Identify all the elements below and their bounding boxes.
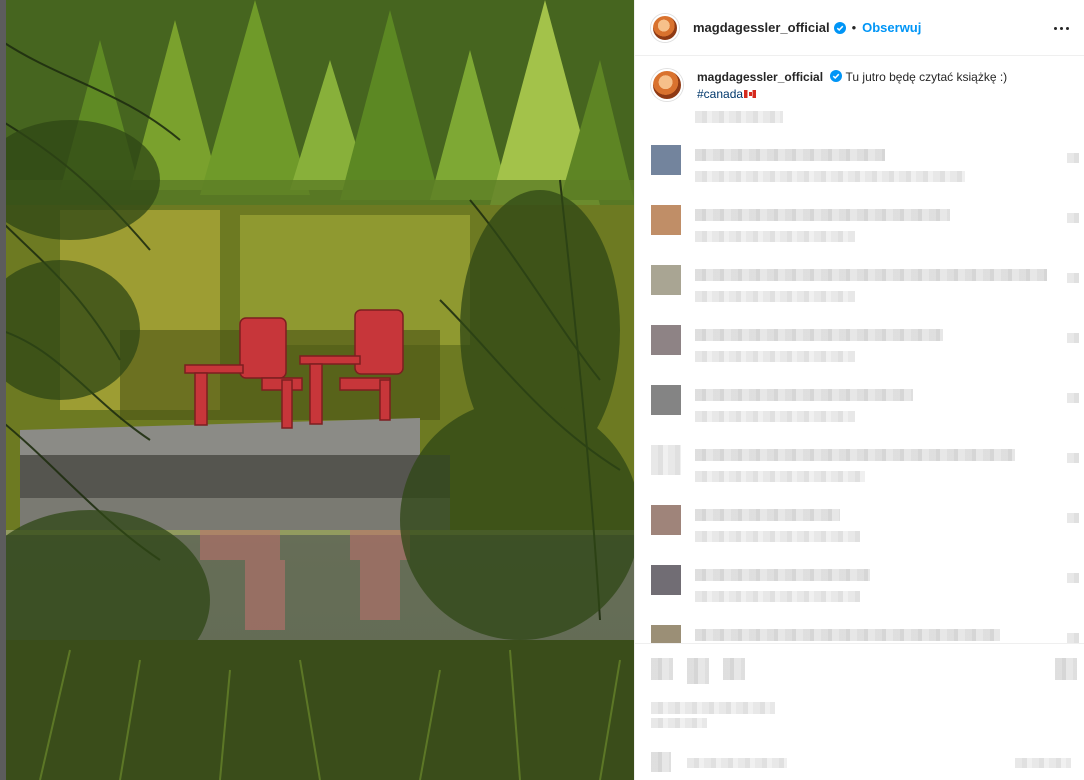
comment-like-redacted (1067, 333, 1079, 343)
post-date-redacted (651, 718, 707, 728)
canada-flag-icon (744, 90, 757, 98)
comment-avatar-redacted (651, 505, 681, 535)
post-side-panel: magdagessler_official • Obserwuj magdage… (634, 0, 1084, 780)
caption-body: magdagessler_official Tu jutro będę czyt… (697, 69, 1007, 103)
comment-meta-redacted (695, 591, 860, 602)
comment-like-redacted (1067, 213, 1079, 223)
comment-meta-redacted (695, 411, 855, 422)
comment-icon-redacted[interactable] (687, 658, 709, 684)
comment-text-redacted (695, 149, 885, 161)
likes-count-redacted (651, 702, 775, 714)
comment-text-redacted (695, 389, 913, 401)
save-icon-redacted[interactable] (1055, 658, 1077, 680)
comment-meta-redacted (695, 171, 965, 182)
comment-avatar-redacted (651, 145, 681, 175)
comment-text-redacted (695, 629, 1000, 641)
comment-text-redacted (695, 509, 840, 521)
share-icon-redacted[interactable] (723, 658, 745, 680)
window-edge (0, 0, 6, 780)
comment-avatar-redacted (651, 385, 681, 415)
verified-badge-icon (830, 70, 843, 82)
comments-list: magdagessler_official Tu jutro będę czyt… (635, 57, 1084, 643)
comment-like-redacted (1067, 453, 1079, 463)
comment-meta-redacted (695, 231, 855, 242)
more-options-icon[interactable] (1049, 16, 1073, 40)
caption-text: Tu jutro będę czytać książkę :) (845, 70, 1008, 84)
comment-avatar-redacted (651, 565, 681, 595)
comment-text-redacted (695, 329, 943, 341)
caption-timestamp-redacted (695, 111, 783, 123)
add-comment-input-redacted[interactable] (687, 758, 787, 768)
comment-meta-redacted (695, 291, 855, 302)
post-header: magdagessler_official • Obserwuj (635, 0, 1084, 56)
post-caption: magdagessler_official Tu jutro będę czyt… (651, 69, 1071, 103)
follow-button[interactable]: Obserwuj (862, 20, 921, 35)
emoji-icon-redacted[interactable] (651, 752, 671, 772)
caption-author-avatar[interactable] (651, 69, 683, 101)
comment-avatar-redacted (651, 625, 681, 643)
verified-badge-icon (833, 21, 846, 34)
comment-text-redacted (695, 569, 870, 581)
like-icon-redacted[interactable] (651, 658, 673, 680)
caption-hashtag[interactable]: #canada (697, 87, 743, 101)
comment-like-redacted (1067, 393, 1079, 403)
comment-like-redacted (1067, 573, 1079, 583)
comment-like-redacted (1067, 633, 1079, 643)
comment-text-redacted (695, 209, 950, 221)
comment-avatar-redacted (651, 325, 681, 355)
comment-meta-redacted (695, 471, 865, 482)
lake-scene-illustration (0, 0, 634, 780)
comment-avatar-redacted (651, 445, 681, 475)
comment-avatar-redacted (651, 265, 681, 295)
author-username[interactable]: magdagessler_official (693, 20, 830, 35)
comment-text-redacted (695, 269, 1047, 281)
comment-meta-redacted (695, 351, 855, 362)
publish-button-redacted[interactable] (1015, 758, 1071, 768)
post-photo (0, 0, 634, 780)
author-avatar[interactable] (651, 13, 679, 42)
comment-meta-redacted (695, 531, 860, 542)
caption-username[interactable]: magdagessler_official (697, 70, 823, 84)
post-actions-bar (635, 643, 1084, 780)
header-separator: • (851, 20, 857, 35)
comment-like-redacted (1067, 153, 1079, 163)
comment-like-redacted (1067, 273, 1079, 283)
comment-text-redacted (695, 449, 1015, 461)
comment-like-redacted (1067, 513, 1079, 523)
comment-avatar-redacted (651, 205, 681, 235)
